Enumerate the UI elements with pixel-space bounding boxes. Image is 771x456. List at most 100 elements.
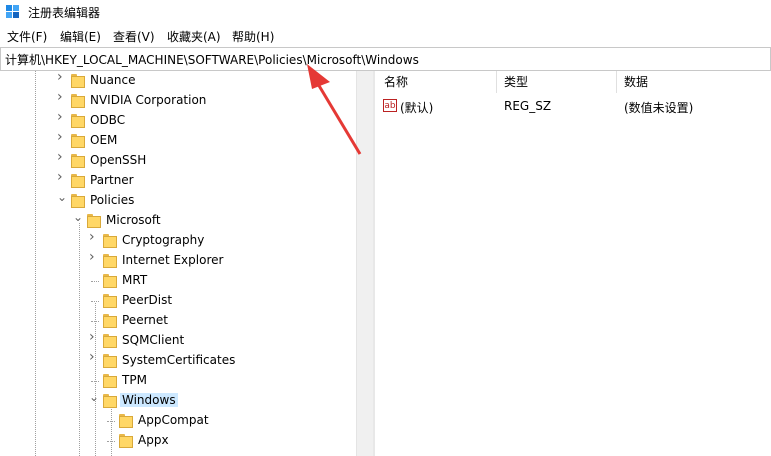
folder-icon xyxy=(103,394,117,408)
values-list[interactable]: 名称 类型 数据 ab (默认) REG_SZ (数值未设置) xyxy=(375,71,771,456)
tree-node-odbc[interactable]: › ODBC xyxy=(0,110,356,131)
tree-node-label[interactable]: PeerDist xyxy=(120,293,174,307)
menu-view[interactable]: 查看(V) xyxy=(112,28,156,45)
folder-icon xyxy=(119,434,133,448)
folder-icon xyxy=(71,74,85,88)
tree-node-cryptography[interactable]: › Cryptography xyxy=(0,230,356,251)
tree-guide-line xyxy=(107,421,115,422)
chevron-right-icon[interactable]: › xyxy=(57,150,68,164)
tree-node-partner[interactable]: › Partner xyxy=(0,170,356,191)
folder-icon xyxy=(71,174,85,188)
folder-icon xyxy=(103,314,117,328)
column-divider[interactable] xyxy=(496,71,497,93)
tree-node-label[interactable]: Cryptography xyxy=(120,233,206,247)
tree-node-label[interactable]: Microsoft xyxy=(104,213,163,227)
tree-guide-line xyxy=(107,441,115,442)
tree-node-mrt[interactable]: MRT xyxy=(0,271,356,291)
chevron-right-icon[interactable]: › xyxy=(89,350,100,364)
chevron-right-icon[interactable]: › xyxy=(57,90,68,104)
tree-node-label[interactable]: OEM xyxy=(88,133,119,147)
tree-node-label[interactable]: Policies xyxy=(88,193,136,207)
tree-scrollbar[interactable] xyxy=(356,71,374,456)
folder-icon xyxy=(103,274,117,288)
tree-guide-line xyxy=(91,381,99,382)
tree-node-label[interactable]: SystemCertificates xyxy=(120,353,237,367)
tree-node-label[interactable]: TPM xyxy=(120,373,149,387)
column-divider[interactable] xyxy=(616,71,617,93)
folder-icon xyxy=(71,154,85,168)
tree-node-label[interactable]: Windows xyxy=(120,393,178,407)
chevron-right-icon[interactable]: › xyxy=(57,71,68,84)
chevron-right-icon[interactable]: › xyxy=(89,250,100,264)
tree-node-policies[interactable]: ⌄ Policies xyxy=(0,191,356,211)
folder-icon xyxy=(71,114,85,128)
folder-icon xyxy=(103,294,117,308)
tree-node-appx[interactable]: Appx xyxy=(0,431,356,451)
title-bar: 注册表编辑器 xyxy=(0,0,771,24)
menu-bar: 文件(F) 编辑(E) 查看(V) 收藏夹(A) 帮助(H) xyxy=(0,26,771,46)
window-title: 注册表编辑器 xyxy=(28,6,101,20)
tree-node-label[interactable]: MRT xyxy=(120,273,149,287)
tree-node-systemcertificates[interactable]: › SystemCertificates xyxy=(0,350,356,371)
tree-node-nuance[interactable]: › Nuance xyxy=(0,71,356,91)
address-bar[interactable]: 计算机\HKEY_LOCAL_MACHINE\SOFTWARE\Policies… xyxy=(0,47,771,71)
folder-icon xyxy=(103,354,117,368)
chevron-right-icon[interactable]: › xyxy=(89,230,100,244)
tree-guide-line xyxy=(91,321,99,322)
tree-node-tpm[interactable]: TPM xyxy=(0,371,356,391)
tree-node-appcompat[interactable]: AppCompat xyxy=(0,411,356,431)
value-type: REG_SZ xyxy=(504,99,552,113)
folder-icon xyxy=(103,334,117,348)
value-data: (数值未设置) xyxy=(624,101,694,115)
regedit-app-icon xyxy=(6,5,19,18)
chevron-down-icon[interactable]: ⌄ xyxy=(89,391,100,403)
chevron-right-icon[interactable]: › xyxy=(57,110,68,124)
chevron-down-icon[interactable]: ⌄ xyxy=(57,191,68,203)
tree-node-windows[interactable]: ⌄ Windows xyxy=(0,391,356,411)
tree-node-label[interactable]: Nuance xyxy=(88,73,138,87)
folder-icon xyxy=(103,254,117,268)
tree-node-label[interactable]: Appx xyxy=(136,433,171,447)
tree-node-microsoft[interactable]: ⌄ Microsoft xyxy=(0,211,356,231)
tree-node-peerdist[interactable]: PeerDist xyxy=(0,291,356,311)
string-value-icon: ab xyxy=(383,99,397,112)
tree-node-label[interactable]: NVIDIA Corporation xyxy=(88,93,208,107)
tree-node-label[interactable]: Internet Explorer xyxy=(120,253,225,267)
column-header-type[interactable]: 类型 xyxy=(504,73,528,90)
chevron-right-icon[interactable]: › xyxy=(57,130,68,144)
value-name: (默认) xyxy=(400,101,434,115)
folder-icon xyxy=(103,374,117,388)
folder-icon xyxy=(71,194,85,208)
tree-node-label[interactable]: SQMClient xyxy=(120,333,186,347)
folder-icon xyxy=(71,94,85,108)
tree-node-label[interactable]: Partner xyxy=(88,173,136,187)
tree-node-openssh[interactable]: › OpenSSH xyxy=(0,150,356,171)
value-row[interactable]: ab (默认) REG_SZ (数值未设置) xyxy=(375,96,771,116)
folder-icon xyxy=(71,134,85,148)
tree-node-nvidia-corporation[interactable]: › NVIDIA Corporation xyxy=(0,90,356,111)
menu-file[interactable]: 文件(F) xyxy=(6,28,48,45)
tree-node-oem[interactable]: › OEM xyxy=(0,130,356,151)
address-path[interactable]: 计算机\HKEY_LOCAL_MACHINE\SOFTWARE\Policies… xyxy=(5,51,419,68)
chevron-down-icon[interactable]: ⌄ xyxy=(73,211,84,223)
tree-node-internet-explorer[interactable]: › Internet Explorer xyxy=(0,250,356,271)
tree-node-label[interactable]: Peernet xyxy=(120,313,170,327)
folder-icon xyxy=(103,234,117,248)
folder-icon xyxy=(87,214,101,228)
menu-favorites[interactable]: 收藏夹(A) xyxy=(166,28,222,45)
chevron-right-icon[interactable]: › xyxy=(89,330,100,344)
tree-node-label[interactable]: AppCompat xyxy=(136,413,211,427)
menu-help[interactable]: 帮助(H) xyxy=(231,28,275,45)
tree-node-sqmclient[interactable]: › SQMClient xyxy=(0,330,356,351)
column-header-data[interactable]: 数据 xyxy=(624,73,648,90)
column-header-name[interactable]: 名称 xyxy=(384,73,408,90)
menu-edit[interactable]: 编辑(E) xyxy=(59,28,102,45)
chevron-right-icon[interactable]: › xyxy=(57,170,68,184)
folder-icon xyxy=(119,414,133,428)
registry-tree[interactable]: › Nuance › NVIDIA Corporation › ODBC › OEM › Open… xyxy=(0,71,356,456)
tree-guide-line xyxy=(91,301,99,302)
tree-node-peernet[interactable]: Peernet xyxy=(0,311,356,331)
tree-node-label[interactable]: ODBC xyxy=(88,113,127,127)
tree-node-label[interactable]: OpenSSH xyxy=(88,153,148,167)
tree-guide-line xyxy=(91,281,99,282)
